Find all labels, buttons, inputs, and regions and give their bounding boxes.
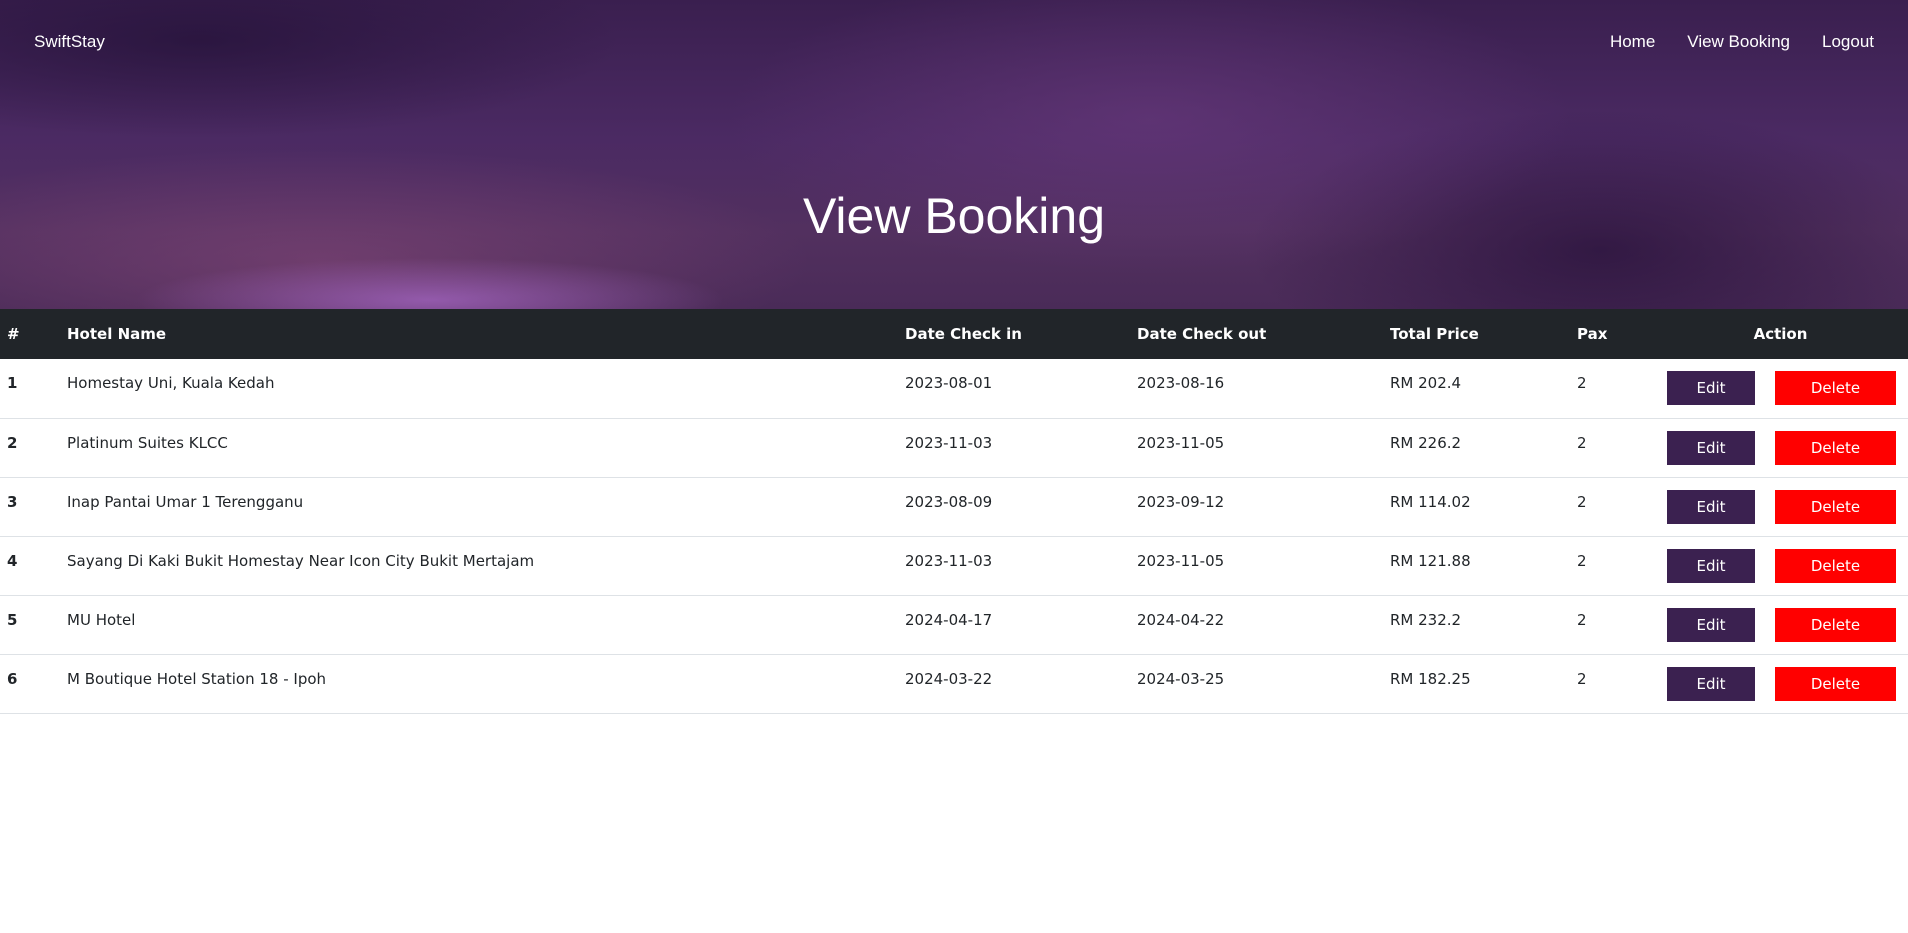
check-out-date: 2023-11-05 bbox=[1130, 418, 1383, 478]
header-date-check-in: Date Check in bbox=[905, 325, 1022, 343]
navbar: SwiftStay Home View Booking Logout bbox=[0, 0, 1908, 84]
delete-button[interactable]: Delete bbox=[1775, 666, 1896, 701]
row-number: 3 bbox=[0, 477, 60, 537]
check-out-date: 2024-04-22 bbox=[1130, 595, 1383, 655]
hero-banner: SwiftStay Home View Booking Logout View … bbox=[0, 0, 1908, 309]
table-row: 1 Homestay Uni, Kuala Kedah 2023-08-01 2… bbox=[0, 359, 1908, 419]
edit-button[interactable]: Edit bbox=[1667, 371, 1755, 405]
row-actions: Edit Delete bbox=[1653, 359, 1908, 419]
edit-button[interactable]: Edit bbox=[1667, 489, 1755, 524]
header-pax: Pax bbox=[1577, 325, 1608, 343]
delete-button[interactable]: Delete bbox=[1775, 371, 1896, 405]
delete-button[interactable]: Delete bbox=[1775, 607, 1896, 642]
header-action: Action bbox=[1753, 325, 1808, 343]
check-out-date: 2023-11-05 bbox=[1130, 536, 1383, 596]
check-in-date: 2024-04-17 bbox=[898, 595, 1130, 655]
row-actions: Edit Delete bbox=[1653, 418, 1908, 478]
hotel-name: MU Hotel bbox=[60, 595, 898, 655]
bookings-table: # Hotel Name Date Check in Date Check ou… bbox=[0, 309, 1908, 714]
pax-count: 2 bbox=[1570, 418, 1653, 478]
table-row: 2 Platinum Suites KLCC 2023-11-03 2023-1… bbox=[0, 418, 1908, 478]
delete-button[interactable]: Delete bbox=[1775, 430, 1896, 465]
hotel-name: Homestay Uni, Kuala Kedah bbox=[60, 359, 898, 419]
nav-links: Home View Booking Logout bbox=[1610, 32, 1874, 52]
header-date-check-out: Date Check out bbox=[1137, 325, 1267, 343]
row-actions: Edit Delete bbox=[1653, 536, 1908, 596]
total-price: RM 182.25 bbox=[1383, 654, 1570, 714]
table-row: 3 Inap Pantai Umar 1 Terengganu 2023-08-… bbox=[0, 477, 1908, 537]
check-out-date: 2023-08-16 bbox=[1130, 359, 1383, 419]
table-header-row: # Hotel Name Date Check in Date Check ou… bbox=[0, 309, 1908, 359]
edit-button[interactable]: Edit bbox=[1667, 607, 1755, 642]
pax-count: 2 bbox=[1570, 654, 1653, 714]
check-in-date: 2024-03-22 bbox=[898, 654, 1130, 714]
brand-link[interactable]: SwiftStay bbox=[34, 32, 105, 52]
hotel-name: Platinum Suites KLCC bbox=[60, 418, 898, 478]
pax-count: 2 bbox=[1570, 359, 1653, 419]
delete-button[interactable]: Delete bbox=[1775, 489, 1896, 524]
row-number: 2 bbox=[0, 418, 60, 478]
total-price: RM 202.4 bbox=[1383, 359, 1570, 419]
hotel-name: Sayang Di Kaki Bukit Homestay Near Icon … bbox=[60, 536, 898, 596]
row-actions: Edit Delete bbox=[1653, 477, 1908, 537]
hotel-name: Inap Pantai Umar 1 Terengganu bbox=[60, 477, 898, 537]
nav-logout-link[interactable]: Logout bbox=[1822, 32, 1874, 52]
pax-count: 2 bbox=[1570, 595, 1653, 655]
total-price: RM 226.2 bbox=[1383, 418, 1570, 478]
check-out-date: 2024-03-25 bbox=[1130, 654, 1383, 714]
edit-button[interactable]: Edit bbox=[1667, 430, 1755, 465]
check-out-date: 2023-09-12 bbox=[1130, 477, 1383, 537]
delete-button[interactable]: Delete bbox=[1775, 548, 1896, 583]
row-number: 6 bbox=[0, 654, 60, 714]
table-header: # Hotel Name Date Check in Date Check ou… bbox=[0, 309, 1908, 359]
nav-home-link[interactable]: Home bbox=[1610, 32, 1655, 52]
pax-count: 2 bbox=[1570, 536, 1653, 596]
table-body: 1 Homestay Uni, Kuala Kedah 2023-08-01 2… bbox=[0, 359, 1908, 714]
hotel-name: M Boutique Hotel Station 18 - Ipoh bbox=[60, 654, 898, 714]
nav-view-booking-link[interactable]: View Booking bbox=[1687, 32, 1790, 52]
table-row: 6 M Boutique Hotel Station 18 - Ipoh 202… bbox=[0, 654, 1908, 714]
total-price: RM 232.2 bbox=[1383, 595, 1570, 655]
row-actions: Edit Delete bbox=[1653, 595, 1908, 655]
pax-count: 2 bbox=[1570, 477, 1653, 537]
check-in-date: 2023-11-03 bbox=[898, 418, 1130, 478]
header-hotel-name: Hotel Name bbox=[67, 325, 167, 343]
check-in-date: 2023-08-01 bbox=[898, 359, 1130, 419]
table-row: 4 Sayang Di Kaki Bukit Homestay Near Ico… bbox=[0, 536, 1908, 596]
header-total-price: Total Price bbox=[1390, 325, 1479, 343]
check-in-date: 2023-11-03 bbox=[898, 536, 1130, 596]
row-number: 4 bbox=[0, 536, 60, 596]
total-price: RM 121.88 bbox=[1383, 536, 1570, 596]
page-title: View Booking bbox=[802, 188, 1106, 244]
row-number: 5 bbox=[0, 595, 60, 655]
total-price: RM 114.02 bbox=[1383, 477, 1570, 537]
edit-button[interactable]: Edit bbox=[1667, 548, 1755, 583]
check-in-date: 2023-08-09 bbox=[898, 477, 1130, 537]
table-row: 5 MU Hotel 2024-04-17 2024-04-22 RM 232.… bbox=[0, 595, 1908, 655]
edit-button[interactable]: Edit bbox=[1667, 666, 1755, 701]
row-number: 1 bbox=[0, 359, 60, 419]
header-number: # bbox=[7, 325, 20, 343]
row-actions: Edit Delete bbox=[1653, 654, 1908, 714]
